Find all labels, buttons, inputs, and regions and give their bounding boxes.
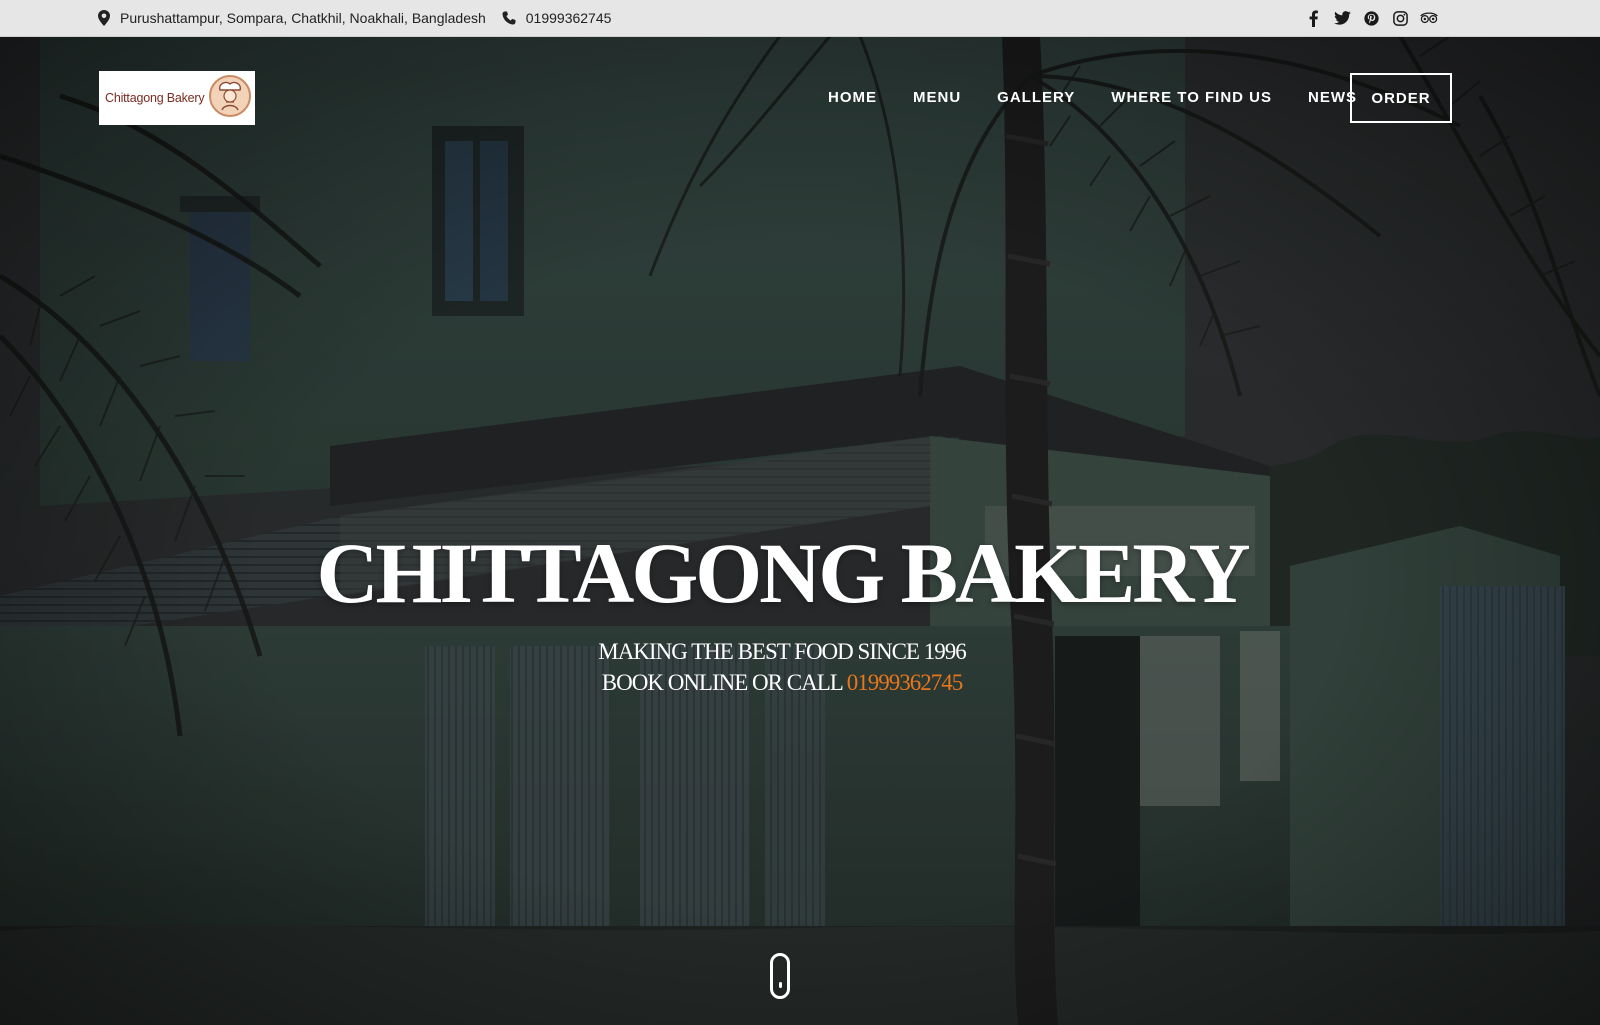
nav-menu[interactable]: MENU [913, 86, 961, 110]
chef-logo-icon [208, 74, 252, 123]
facebook-icon[interactable] [1304, 9, 1322, 27]
top-bar: Purushattampur, Sompara, Chatkhil, Noakh… [0, 0, 1600, 37]
hero-title: CHITTAGONG BAKERY [316, 525, 1250, 621]
hero-subtitle: MAKING THE BEST FOOD SINCE 1996 BOOK ONL… [0, 636, 1564, 698]
scroll-dot [779, 982, 782, 988]
instagram-icon[interactable] [1391, 9, 1409, 27]
hero-booking-line: BOOK ONLINE OR CALL 01999362745 [0, 667, 1564, 698]
address-text: Purushattampur, Sompara, Chatkhil, Noakh… [120, 10, 486, 26]
hero-booking-text: BOOK ONLINE OR CALL [601, 670, 847, 695]
phone-item[interactable]: 01999362745 [502, 10, 612, 26]
main-nav: HOME MENU GALLERY WHERE TO FIND US NEWS [828, 86, 1393, 110]
contact-info: Purushattampur, Sompara, Chatkhil, Noakh… [98, 0, 617, 36]
tripadvisor-icon[interactable] [1420, 9, 1438, 27]
nav-where-to-find-us[interactable]: WHERE TO FIND US [1111, 86, 1272, 110]
site-logo[interactable]: Chittagong Bakery [99, 71, 255, 125]
address-item: Purushattampur, Sompara, Chatkhil, Noakh… [98, 10, 486, 26]
pinterest-icon[interactable] [1362, 9, 1380, 27]
phone-icon [502, 11, 516, 25]
social-links [1304, 0, 1438, 36]
hero-tagline: MAKING THE BEST FOOD SINCE 1996 [598, 639, 966, 664]
page: Purushattampur, Sompara, Chatkhil, Noakh… [0, 0, 1600, 1025]
twitter-icon[interactable] [1333, 9, 1351, 27]
scroll-down-icon[interactable] [770, 953, 790, 999]
phone-text[interactable]: 01999362745 [526, 10, 612, 26]
nav-gallery[interactable]: GALLERY [997, 86, 1075, 110]
nav-home[interactable]: HOME [828, 86, 877, 110]
map-pin-icon [98, 10, 110, 26]
order-button[interactable]: ORDER [1350, 73, 1452, 123]
logo-text: Chittagong Bakery [105, 91, 205, 105]
hero-phone-link[interactable]: 01999362745 [847, 670, 963, 695]
